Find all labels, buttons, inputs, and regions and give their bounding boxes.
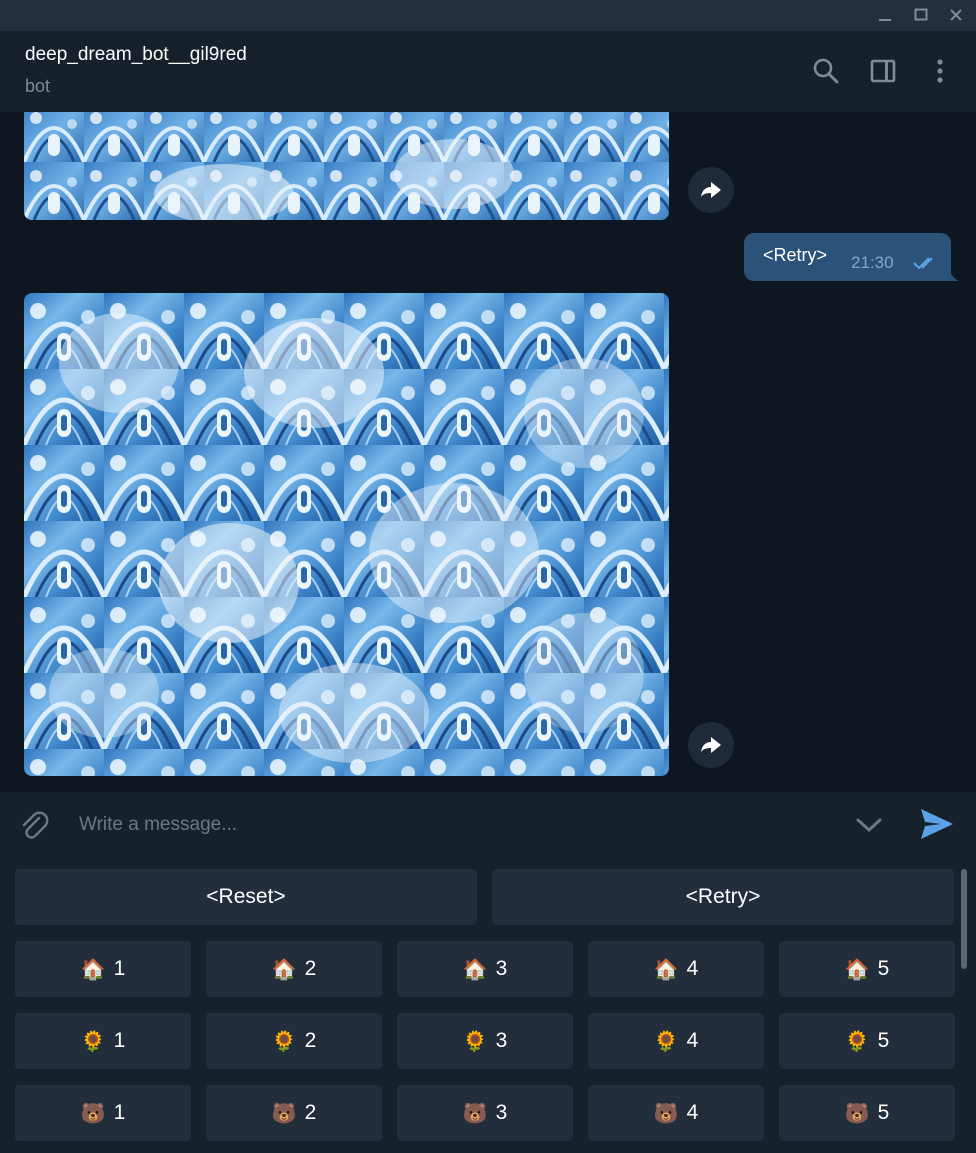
bear-icon: 🐻 [844, 1102, 870, 1125]
keyboard-button[interactable]: 🏠 2 [206, 941, 382, 997]
keyboard-button[interactable]: 🏠 1 [15, 941, 191, 997]
keyboard-button[interactable]: 🏠 3 [397, 941, 573, 997]
button-label: 3 [495, 957, 508, 980]
sunflower-icon: 🌻 [80, 1030, 106, 1053]
message-composer [0, 792, 976, 856]
chat-subtitle: bot [25, 76, 51, 96]
photo-message[interactable] [24, 112, 669, 220]
keyboard-button[interactable]: 🐻 3 [397, 1085, 573, 1141]
button-label: 2 [304, 1029, 317, 1052]
more-vertical-icon[interactable] [924, 55, 956, 87]
button-label: 4 [686, 1101, 699, 1124]
button-label: <Reset> [206, 885, 286, 908]
sidebar-toggle-icon[interactable] [867, 55, 899, 87]
window-titlebar [0, 0, 976, 31]
button-label: 1 [113, 1101, 126, 1124]
outgoing-message[interactable]: <Retry> 21:30 [744, 233, 951, 281]
button-label: 2 [304, 1101, 317, 1124]
keyboard-button-retry[interactable]: <Retry> [492, 869, 954, 925]
bear-icon: 🐻 [271, 1102, 297, 1125]
bear-icon: 🐻 [462, 1102, 488, 1125]
sunflower-icon: 🌻 [271, 1030, 297, 1053]
photo-message[interactable] [24, 293, 669, 776]
keyboard-button[interactable]: 🏠 5 [779, 941, 955, 997]
keyboard-button[interactable]: 🐻 5 [779, 1085, 955, 1141]
bear-icon: 🐻 [653, 1102, 679, 1125]
search-icon[interactable] [810, 55, 842, 87]
house-icon: 🏠 [462, 958, 488, 981]
send-icon[interactable] [918, 806, 956, 842]
button-label: 3 [495, 1101, 508, 1124]
deep-dream-image [24, 293, 669, 776]
button-label: 5 [877, 957, 890, 980]
house-icon: 🏠 [653, 958, 679, 981]
button-label: 5 [877, 1029, 890, 1052]
chat-title[interactable]: deep_dream_bot__gil9red [25, 44, 247, 66]
button-label: 2 [304, 957, 317, 980]
button-label: 1 [113, 957, 126, 980]
bubble-tail [948, 269, 958, 281]
bot-keyboard: <Reset> <Retry> 🏠 1 🏠 2 🏠 3 🏠 4 🏠 5 🌻 1 🌻 2 🌻 3 … [0, 856, 976, 1153]
button-label: <Retry> [685, 885, 761, 908]
sunflower-icon: 🌻 [844, 1030, 870, 1053]
message-input[interactable] [64, 806, 841, 844]
keyboard-button[interactable]: 🐻 1 [15, 1085, 191, 1141]
forward-button[interactable] [688, 167, 734, 213]
house-icon: 🏠 [80, 958, 106, 981]
message-text: <Retry> [763, 245, 828, 265]
keyboard-button-reset[interactable]: <Reset> [15, 869, 477, 925]
keyboard-scrollbar[interactable] [961, 869, 967, 969]
button-label: 5 [877, 1101, 890, 1124]
sunflower-icon: 🌻 [462, 1030, 488, 1053]
close-icon[interactable] [945, 4, 967, 26]
keyboard-button[interactable]: 🐻 4 [588, 1085, 764, 1141]
maximize-icon[interactable] [910, 4, 932, 26]
keyboard-button[interactable]: 🌻 1 [15, 1013, 191, 1069]
button-label: 1 [113, 1029, 126, 1052]
deep-dream-image [24, 112, 669, 220]
button-label: 3 [495, 1029, 508, 1052]
house-icon: 🏠 [271, 958, 297, 981]
keyboard-button[interactable]: 🌻 2 [206, 1013, 382, 1069]
keyboard-button[interactable]: 🐻 2 [206, 1085, 382, 1141]
attach-icon[interactable] [16, 808, 50, 842]
house-icon: 🏠 [844, 958, 870, 981]
chevron-down-icon[interactable] [852, 810, 886, 840]
keyboard-button[interactable]: 🌻 3 [397, 1013, 573, 1069]
message-list[interactable]: <Retry> 21:30 [0, 112, 976, 792]
keyboard-button[interactable]: 🌻 4 [588, 1013, 764, 1069]
button-label: 4 [686, 1029, 699, 1052]
sunflower-icon: 🌻 [653, 1030, 679, 1053]
keyboard-button[interactable]: 🌻 5 [779, 1013, 955, 1069]
keyboard-button[interactable]: 🏠 4 [588, 941, 764, 997]
bear-icon: 🐻 [80, 1102, 106, 1125]
forward-button[interactable] [688, 722, 734, 768]
minimize-icon[interactable] [874, 4, 896, 26]
button-label: 4 [686, 957, 699, 980]
double-check-icon [912, 255, 940, 276]
message-time: 21:30 [851, 253, 894, 272]
